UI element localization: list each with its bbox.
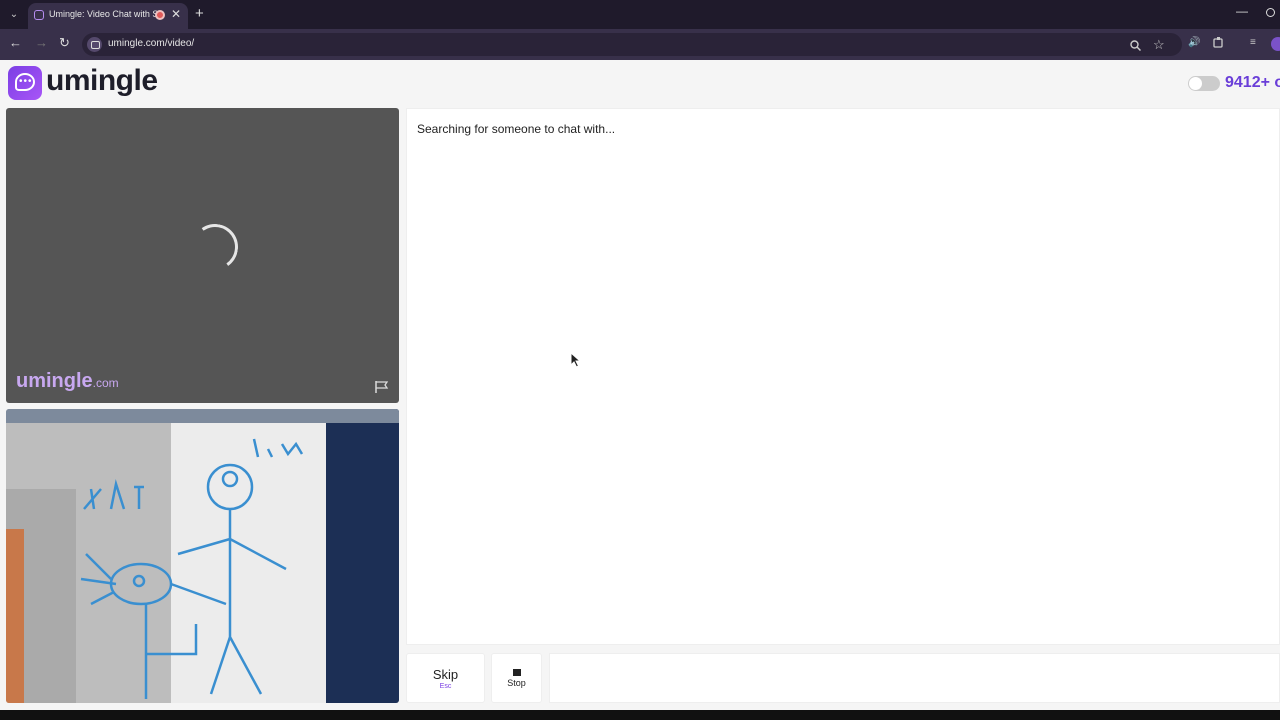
stop-button[interactable]: Stop: [491, 653, 542, 703]
camera-feed-image: [6, 409, 399, 703]
report-flag-icon[interactable]: [374, 380, 389, 394]
new-tab-icon[interactable]: +: [195, 5, 204, 22]
forward-icon[interactable]: →: [35, 35, 48, 50]
page: ••• umingle 9412+ online umingle.com: [0, 60, 1280, 710]
skip-button[interactable]: Skip Esc: [406, 653, 485, 703]
profile-avatar[interactable]: [1271, 37, 1280, 51]
tab-title: Umingle: Video Chat with Strangers: [49, 9, 161, 19]
skip-label: Skip: [432, 667, 459, 682]
recording-icon: [155, 10, 165, 20]
media-controls-icon[interactable]: ≡: [1250, 37, 1256, 48]
local-camera-video: [6, 409, 399, 703]
window-restore-icon[interactable]: [1266, 8, 1275, 17]
minimize-icon[interactable]: —: [1236, 4, 1248, 18]
message-input[interactable]: [549, 653, 1280, 703]
mouse-cursor-icon: [570, 352, 582, 368]
tab-close-icon[interactable]: ✕: [171, 7, 181, 21]
extensions-puzzle-icon[interactable]: [1213, 37, 1224, 51]
logo-text[interactable]: umingle: [46, 64, 158, 98]
url-text[interactable]: umingle.com/video/: [108, 38, 194, 49]
theme-toggle[interactable]: [1188, 76, 1220, 91]
browser-tab[interactable]: Umingle: Video Chat with Strangers ✕: [28, 3, 188, 29]
stop-icon: [512, 669, 521, 676]
reload-icon[interactable]: ↻: [59, 35, 70, 51]
back-icon[interactable]: ←: [9, 35, 22, 50]
tab-favicon-icon: [34, 10, 44, 20]
tab-list-chevron-icon[interactable]: ⌄: [5, 6, 23, 24]
online-count: 9412+ online: [1225, 74, 1280, 91]
bookmark-star-icon[interactable]: ☆: [1153, 37, 1165, 53]
browser-tab-bar: ⌄ Umingle: Video Chat with Strangers ✕ +…: [0, 0, 1280, 29]
skip-shortcut: Esc: [439, 683, 452, 690]
browser-address-bar: ← → ↻ umingle.com/video/ ☆ 🔊 ≡: [0, 29, 1280, 60]
logo-icon[interactable]: •••: [8, 66, 42, 100]
zoom-icon[interactable]: [1130, 40, 1142, 54]
chat-log: Searching for someone to chat with...: [406, 108, 1280, 645]
url-field[interactable]: umingle.com/video/ ☆: [82, 33, 1182, 56]
remote-video: umingle.com: [6, 108, 399, 403]
video-watermark: umingle.com: [16, 370, 119, 392]
search-status: Searching for someone to chat with...: [417, 122, 616, 136]
extension-audio-icon[interactable]: 🔊: [1188, 37, 1200, 48]
site-info-icon[interactable]: [87, 37, 102, 52]
loading-spinner-icon: [188, 220, 242, 274]
bottom-bar: [0, 710, 1280, 720]
stop-label: Stop: [507, 678, 526, 688]
